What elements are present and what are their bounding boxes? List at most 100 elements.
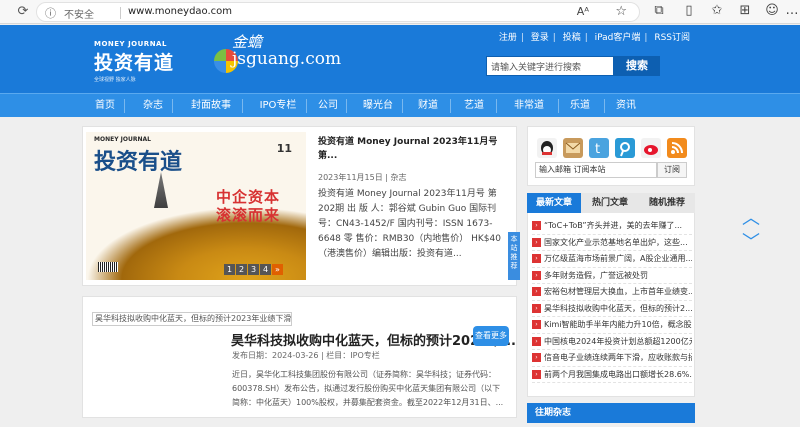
submit-link[interactable]: 投稿 [563, 33, 581, 43]
article-date: 发布日期：2024-03-26 [232, 351, 319, 360]
magazine-cover[interactable]: MONEY JOURNAL 投资有道 11 中企资本 滚滚而来 [86, 132, 306, 280]
pager-3[interactable]: 3 [248, 264, 259, 275]
pager-1[interactable]: 1 [224, 264, 235, 275]
main-nav: 首页 杂志 封面故事 IPO专栏 公司 曝光台 财道 艺道 非常道 乐道 资讯 [0, 93, 800, 117]
nav-art[interactable]: 艺道 [456, 94, 492, 118]
logo-en: MONEY JOURNAL [94, 40, 167, 48]
logo-cn: 投资有道 [94, 52, 175, 74]
list-item[interactable]: › “ToC+ToB”齐头并进，美的去年赚了... [532, 218, 692, 235]
article-image[interactable]: 昊华科技拟收购中化蓝天，但标的预计2023年业绩下滑明显 [92, 312, 292, 326]
featured-text: 投资有道 Money Journal 2023年11月号 第... 2023年1… [318, 135, 508, 262]
refresh-icon[interactable]: ⟳ [14, 3, 32, 21]
scroll-down-chevron-icon[interactable]: ﹀ [740, 234, 762, 252]
address-bar[interactable]: ⓘ 不安全 www.moneydao.com Aᴬ ☆ [36, 2, 640, 22]
article-meta: 发布日期：2024-03-26 | 栏目：IPO专栏 [232, 351, 380, 360]
bullet-icon: › [532, 287, 541, 296]
collections-icon[interactable]: ⊞ [736, 3, 754, 18]
pager-4[interactable]: 4 [260, 264, 271, 275]
nav-home[interactable]: 首页 [86, 94, 124, 118]
partner-logo[interactable]: 金蟾 jsguang.com [232, 31, 341, 69]
list-item[interactable]: › 万亿级蓝海市场前景广阔，A股企业通用... [532, 251, 692, 268]
browser-toolbar: ⟳ ⓘ 不安全 www.moneydao.com Aᴬ ☆ ⧉ ▯ ✩ ⊞ ☺ … [0, 0, 800, 24]
featured-meta: 2023年11月15日 | 杂志 [318, 173, 407, 182]
url-text[interactable]: www.moneydao.com [128, 6, 232, 17]
ipad-link[interactable]: iPad客户端 [595, 33, 641, 43]
bullet-icon: › [532, 369, 541, 379]
partner-domain: jsguang.com [232, 49, 342, 69]
nav-finance[interactable]: 财道 [410, 94, 446, 118]
top-links: 注册 | 登录 | 投稿 | iPad客户端 | RSS订阅 [498, 33, 690, 43]
tab-latest[interactable]: 最新文章 [527, 193, 581, 213]
login-link[interactable]: 登录 [531, 33, 549, 43]
nav-magazine[interactable]: 杂志 [134, 94, 172, 118]
list-item[interactable]: › 信音电子业绩连续两年下滑，应收账款与招... [532, 350, 692, 367]
qq-icon[interactable] [537, 138, 557, 158]
recommend-tab[interactable]: 本站推荐 [508, 232, 520, 280]
list-item[interactable]: › 国家文化产业示范基地名单出炉，这些... [532, 235, 692, 251]
pager-2[interactable]: 2 [236, 264, 247, 275]
rss-icon[interactable] [667, 138, 687, 158]
site-logo[interactable]: MONEY JOURNAL 投资有道 全球视野 独家人脉 [94, 40, 174, 83]
favorites-icon[interactable]: ✩ [708, 3, 726, 18]
tab-random[interactable]: 随机推荐 [639, 193, 695, 213]
cover-headline-2: 滚滚而来 [216, 206, 281, 224]
cover-tower [154, 172, 168, 208]
list-item[interactable]: › 中国核电2024年投资计划总额超1200亿元... [532, 334, 692, 350]
latest-list: › “ToC+ToB”齐头并进，美的去年赚了... › 国家文化产业示范基地名单出炉… [532, 218, 692, 383]
svg-text:t: t [595, 142, 600, 157]
featured-desc: 投资有道 Money Journal 2023年11月号 第202期 出 版 人… [318, 189, 501, 259]
extensions-icon[interactable]: ⧉ [650, 3, 668, 18]
bullet-icon: › [532, 353, 541, 362]
pager-next[interactable]: » [272, 264, 283, 275]
slider-pager: 1 2 3 4» [224, 262, 284, 275]
tencent-weibo-icon[interactable] [615, 138, 635, 158]
warning-icon[interactable]: ⓘ [45, 5, 56, 21]
nav-ipo[interactable]: IPO专栏 [250, 94, 306, 118]
register-link[interactable]: 注册 [499, 33, 517, 43]
list-item[interactable]: › 前两个月我国集成电路出口额增长28.6%... [532, 367, 692, 383]
featured-title[interactable]: 投资有道 Money Journal 2023年11月号 第... [318, 135, 508, 163]
article-desc: 近日，昊华化工科技集团股份有限公司（证券简称：昊华科技；证券代码：600378.… [232, 370, 504, 407]
bullet-icon: › [532, 303, 541, 313]
divider [120, 7, 121, 19]
bullet-icon: › [532, 270, 541, 280]
favorite-star-icon[interactable]: ☆ [615, 4, 627, 19]
list-item[interactable]: › 多年财务造假，广誉远被处罚 [532, 268, 692, 284]
twitter-icon[interactable]: t [589, 138, 609, 158]
bullet-icon: › [532, 320, 541, 329]
more-icon[interactable]: … [783, 3, 800, 18]
cover-title: 投资有道 [94, 149, 183, 175]
bullet-icon: › [532, 254, 541, 263]
nav-exposure[interactable]: 曝光台 [354, 94, 402, 118]
subscribe-button[interactable]: 订阅 [657, 162, 687, 178]
split-screen-icon[interactable]: ▯ [680, 3, 698, 18]
profile-icon[interactable]: ☺ [763, 3, 781, 18]
subscribe-email-input[interactable]: 输入邮箱 订阅本站 [535, 162, 657, 178]
nav-news[interactable]: 资讯 [608, 94, 644, 118]
search-button[interactable]: 搜索 [614, 56, 660, 76]
read-aloud-icon[interactable]: Aᴬ [577, 5, 589, 18]
cover-issue: 11 [276, 142, 292, 155]
list-item[interactable]: › 昊华科技拟收购中化蓝天，但标的预计2... [532, 301, 692, 317]
bullet-icon: › [532, 221, 541, 230]
nav-cover-story[interactable]: 封面故事 [180, 94, 242, 118]
bullet-icon: › [532, 336, 541, 346]
list-item[interactable]: › 宏裕包材管理层大换血，上市首年业绩变... [532, 284, 692, 301]
article-column[interactable]: 栏目：IPO专栏 [326, 351, 379, 360]
tab-hot[interactable]: 热门文章 [583, 193, 637, 213]
mail-icon[interactable] [563, 138, 583, 158]
list-item[interactable]: › Kimi智能助手半年内能力升10倍，概念股... [532, 317, 692, 334]
nav-extraordinary[interactable]: 非常道 [504, 94, 554, 118]
past-issues-header[interactable]: 往期杂志 [527, 403, 695, 423]
see-more-button[interactable]: 查看更多 [473, 326, 509, 346]
weibo-icon[interactable] [641, 138, 661, 158]
nav-company[interactable]: 公司 [310, 94, 346, 118]
cover-mj: MONEY JOURNAL [94, 136, 151, 143]
nav-music[interactable]: 乐道 [562, 94, 598, 118]
article-tabs: 最新文章 热门文章 随机推荐 [527, 193, 695, 213]
scroll-up-chevron-icon[interactable]: ︿ [740, 210, 762, 228]
search-input[interactable]: 请输入关键字进行搜索 [486, 56, 614, 76]
barcode [98, 262, 118, 272]
rss-link[interactable]: RSS订阅 [654, 33, 690, 43]
logo-sub: 全球视野 独家人脉 [94, 77, 136, 83]
